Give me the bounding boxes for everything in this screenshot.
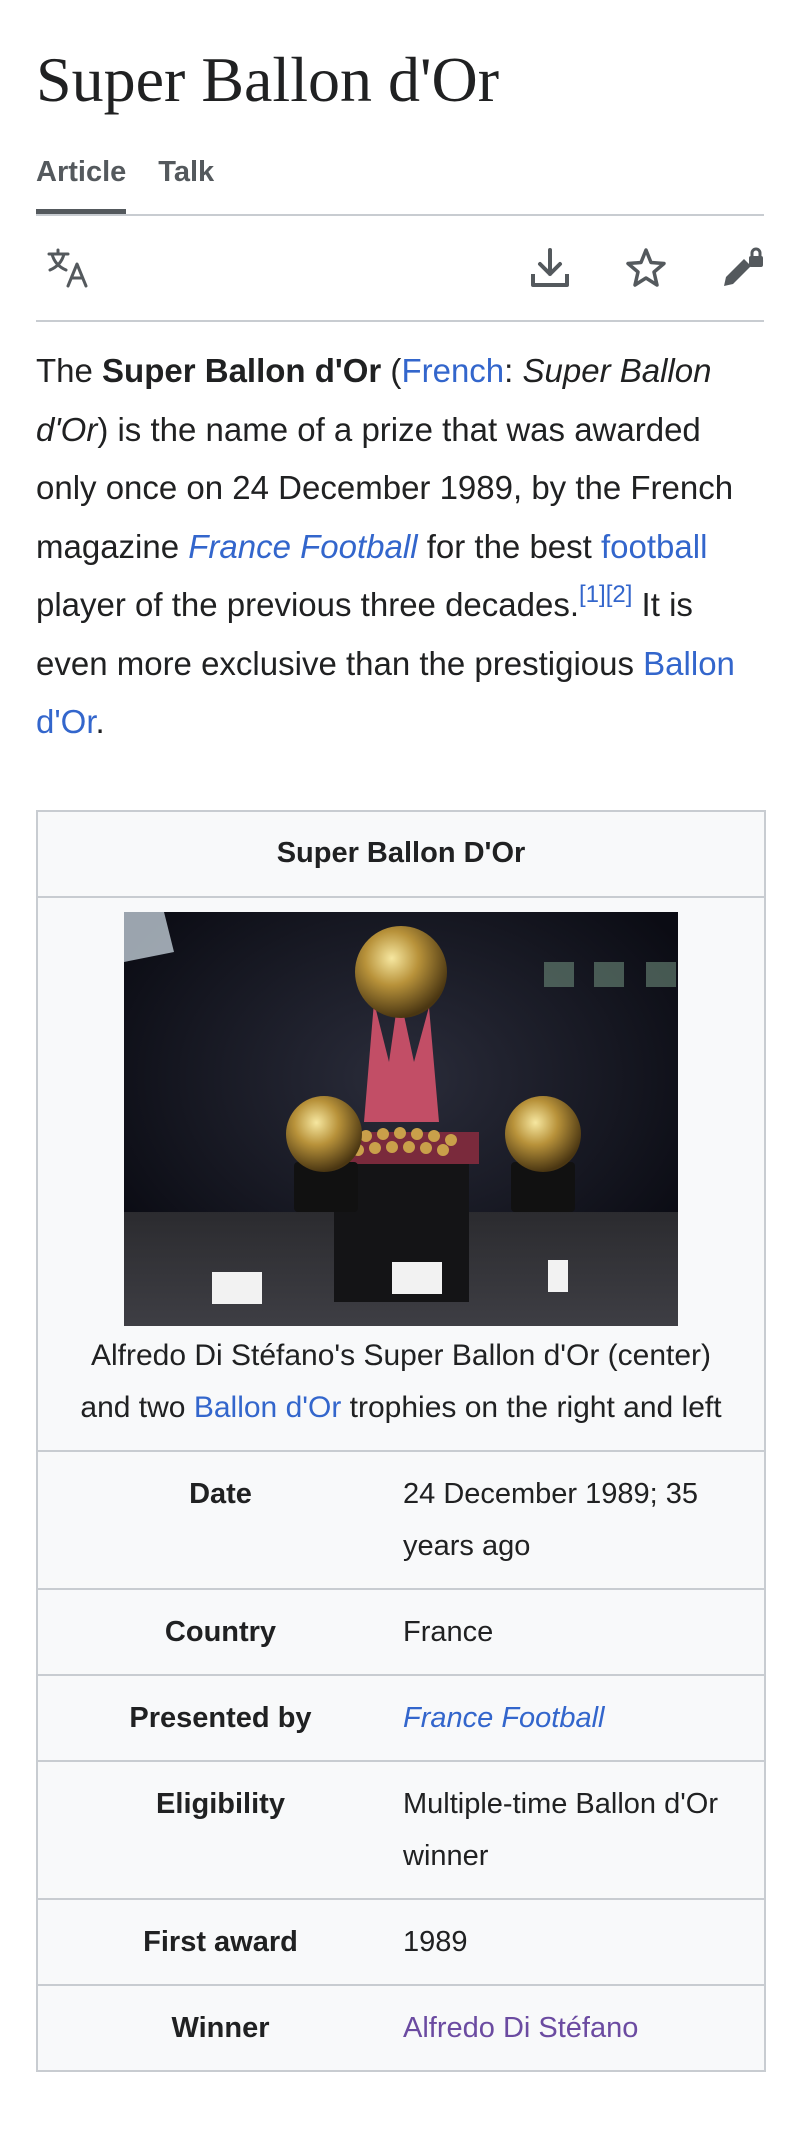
row-value-cell: France Football [403,1676,764,1760]
translate-icon[interactable] [46,246,90,290]
row-label: Eligibility [156,1787,285,1820]
caption-link-ballon-dor[interactable]: Ballon d'Or [194,1391,341,1424]
link-presenter[interactable]: France Football [403,1702,605,1734]
row-value: 24 December 1989; 35 years ago [403,1477,699,1562]
intro-text: . [95,703,105,740]
page-title: Super Ballon d'Or [36,44,500,115]
infobox: Super Ballon D'Or Alfredo Di Stéfano's S… [36,809,766,2072]
row-label: First award [143,1925,298,1958]
link-football[interactable]: football [601,528,707,565]
row-label: Winner [171,2011,270,2044]
intro-text: player of the previous three decades. [36,586,580,623]
infobox-heading: Super Ballon D'Or [38,812,764,898]
page-actions-toolbar [36,216,764,322]
intro-text: for the best [417,527,601,565]
caption-text: trophies on the right and left [341,1390,722,1424]
namespace-tabs: Article Talk [36,142,764,216]
row-value: France [403,1615,494,1648]
row-label: Country [164,1615,277,1648]
infobox-row-presented-by: Presented by France Football [38,1676,764,1762]
infobox-row-country: Country France [38,1590,764,1676]
reference-2[interactable]: [2] [606,581,633,608]
intro-text: ( [381,352,402,389]
tab-talk[interactable]: Talk [158,142,214,214]
star-icon[interactable] [624,246,668,290]
row-label: Date [189,1477,252,1510]
edit-lock-icon[interactable] [720,246,764,290]
link-french[interactable]: French [401,352,504,389]
infobox-row-date: Date 24 December 1989; 35 years ago [38,1452,764,1590]
row-value-cell: Alfredo Di Stéfano [403,1986,764,2070]
lead-paragraph: The Super Ballon d'Or (French: Super Bal… [36,322,764,752]
trophy-photo[interactable] [124,911,678,1326]
bold-article-name: Super Ballon d'Or [102,352,382,389]
link-winner[interactable]: Alfredo Di Stéfano [403,2012,638,2044]
infobox-row-first-award: First award 1989 [38,1900,764,1986]
row-value: Multiple-time Ballon d'Or winner [403,1787,718,1872]
intro-text: The [36,352,103,389]
row-value: 1989 [403,1925,468,1958]
intro-text: : [504,352,523,389]
article-page: Super Ballon d'Or Article Talk The Super… [0,0,800,2140]
link-france-football[interactable]: France Football [188,528,417,565]
infobox-row-winner: Winner Alfredo Di Stéfano [38,1986,764,2070]
infobox-image-cell: Alfredo Di Stéfano's Super Ballon d'Or (… [38,898,764,1452]
row-label: Presented by [129,1701,312,1734]
reference-1[interactable]: [1] [579,581,606,608]
image-caption: Alfredo Di Stéfano's Super Ballon d'Or (… [38,1326,764,1434]
download-icon[interactable] [528,246,572,290]
infobox-row-eligibility: Eligibility Multiple-time Ballon d'Or wi… [38,1762,764,1900]
tab-article[interactable]: Article [36,142,127,214]
